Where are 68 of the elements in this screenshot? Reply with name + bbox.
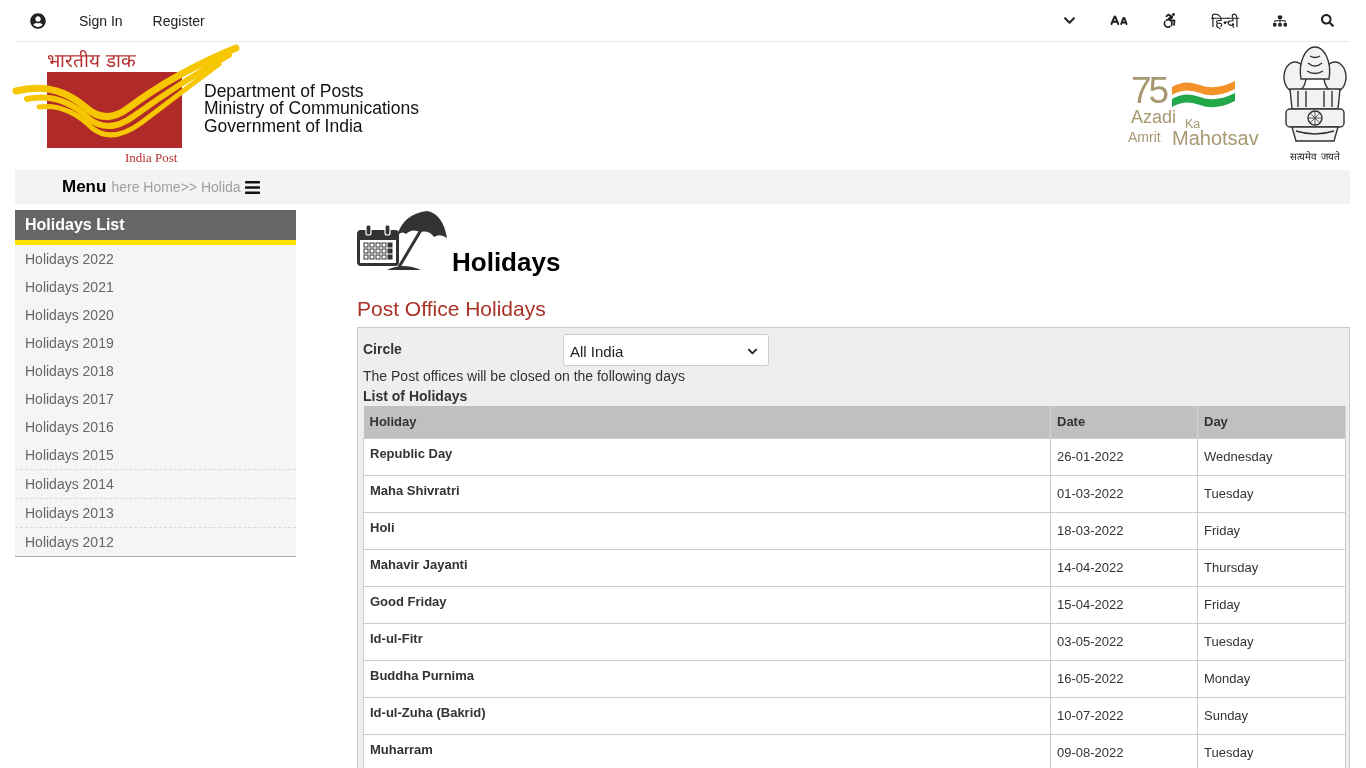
sign-in-link[interactable]: Sign In [79,12,123,29]
accessibility-icon[interactable] [1162,13,1177,28]
table-cell: Id-ul-Fitr [363,623,1051,660]
logo-caption-text: India Post [125,150,178,165]
logo-hindi-text: भारतीय डाक [47,49,137,71]
table-cell: Buddha Purnima [363,660,1051,697]
table-cell: 26-01-2022 [1050,438,1198,475]
section-title: Post Office Holidays [357,297,547,321]
sidebar-link[interactable]: Holidays 2013 [15,498,296,527]
page-title: Holidays [452,246,561,278]
sidebar-link[interactable]: Holidays 2019 [15,329,296,357]
table-caption: List of Holidays [363,388,469,404]
table-cell: Tuesday [1197,734,1346,768]
table-cell: 18-03-2022 [1050,512,1198,549]
table-cell: Tuesday [1197,475,1346,512]
sidebar-link[interactable]: Holidays 2021 [15,273,296,301]
table-cell: Mahavir Jayanti [363,549,1051,586]
sitemap-icon[interactable] [1273,13,1287,28]
sidebar-link[interactable]: Holidays 2015 [15,441,296,469]
sidebar-title: Holidays List [15,210,296,245]
sidebar-link[interactable]: Holidays 2020 [15,301,296,329]
column-header: Day [1197,406,1346,438]
table-cell: Sunday [1197,697,1346,734]
sidebar-link[interactable]: Holidays 2014 [15,469,296,498]
table-cell: Monday [1197,660,1346,697]
register-link[interactable]: Register [152,12,205,29]
table-cell: Republic Day [363,438,1051,475]
chevron-down-icon[interactable] [1063,14,1076,27]
table-cell: Holi [363,512,1051,549]
table-cell: 01-03-2022 [1050,475,1198,512]
table-cell: 10-07-2022 [1050,697,1198,734]
flag-wave-drawing [1172,81,1235,108]
table-cell: Good Friday [363,586,1051,623]
circle-label: Circle [363,340,403,357]
note-text: The Post offices will be closed on the following days [363,368,686,384]
table-cell: Maha Shivratri [363,475,1051,512]
table-cell: Friday [1197,512,1346,549]
menu-button[interactable]: Menu [62,177,107,197]
circle-select[interactable]: All India [563,334,769,366]
user-icon[interactable] [30,12,46,29]
table-cell: Muharram [363,734,1051,768]
emblem-motto: सत्यमेव जयते [1290,150,1340,163]
sidebar-link[interactable]: Holidays 2012 [15,527,296,556]
table-cell: 09-08-2022 [1050,734,1198,768]
breadcrumb-text: here Home>> Holida [111,179,241,195]
calendar-umbrella-icon [357,210,447,270]
table-cell: 15-04-2022 [1050,586,1198,623]
org-name-line: Ministry of Communications [204,100,419,118]
menu-icon[interactable] [243,178,261,196]
table-cell: Thursday [1197,549,1346,586]
table-cell: Friday [1197,586,1346,623]
column-header: Holiday [363,406,1051,438]
language-link[interactable]: हिन्दी [1211,10,1239,31]
column-header: Date [1050,406,1198,438]
table-cell: 03-05-2022 [1050,623,1198,660]
search-icon[interactable] [1321,14,1334,27]
sidebar-link[interactable]: Holidays 2022 [15,245,296,273]
table-cell: Tuesday [1197,623,1346,660]
sidebar-link[interactable]: Holidays 2016 [15,413,296,441]
table-cell: 14-04-2022 [1050,549,1198,586]
org-name-line: Department of Posts [204,82,364,101]
sidebar-link[interactable]: Holidays 2018 [15,357,296,385]
table-cell: Wednesday [1197,438,1346,475]
org-name-line: Government of India [204,117,363,136]
sidebar-link[interactable]: Holidays 2017 [15,385,296,413]
table-cell: 16-05-2022 [1050,660,1198,697]
table-cell: Id-ul-Zuha (Bakrid) [363,697,1051,734]
campaign-logo-word: Amrit [1128,129,1161,145]
